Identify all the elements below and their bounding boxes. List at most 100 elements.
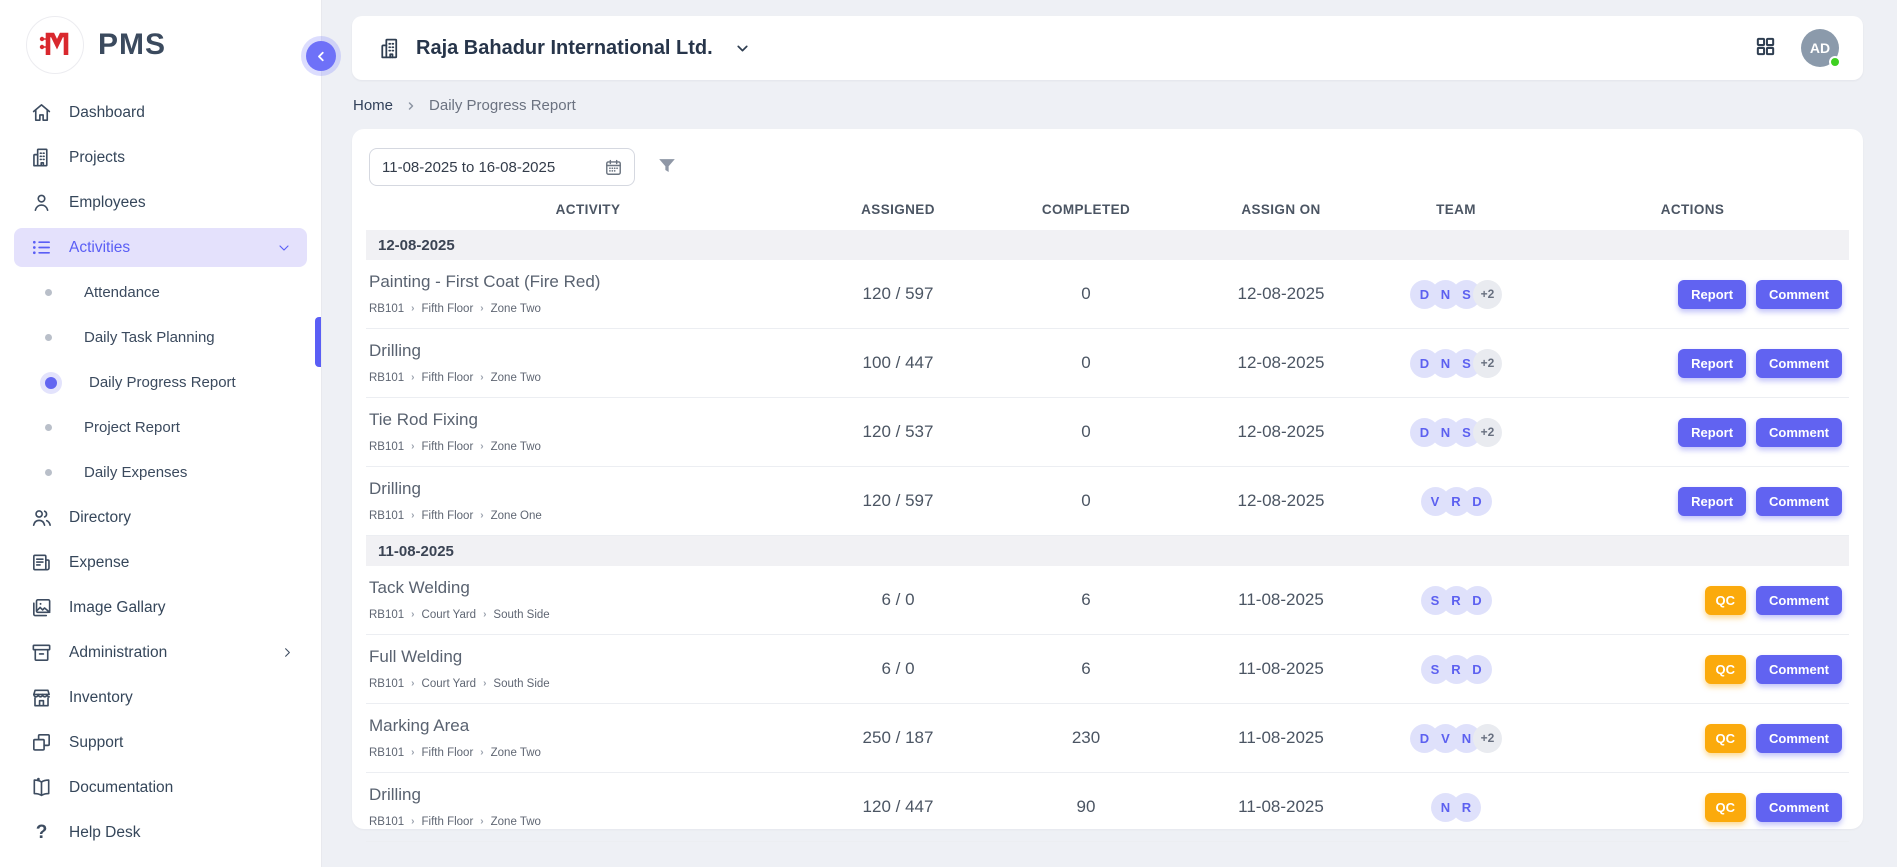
report-button[interactable]: Report bbox=[1678, 418, 1746, 447]
comment-button[interactable]: Comment bbox=[1756, 586, 1842, 615]
person-icon bbox=[30, 191, 53, 214]
path-segment: RB101 bbox=[369, 372, 404, 384]
qc-button[interactable]: QC bbox=[1705, 724, 1747, 753]
sidebar-item-help-desk[interactable]: ?Help Desk bbox=[0, 810, 321, 855]
comment-button[interactable]: Comment bbox=[1756, 418, 1842, 447]
sidebar-item-directory[interactable]: Directory bbox=[0, 495, 321, 540]
sidebar-item-expense[interactable]: Expense bbox=[0, 540, 321, 585]
sidebar-subitem-project-report[interactable]: Project Report bbox=[0, 405, 321, 450]
path-segment: Zone Two bbox=[491, 816, 541, 828]
activity-name: Drilling bbox=[369, 341, 810, 361]
row-actions: QC Comment bbox=[1536, 586, 1849, 615]
activity-name: Full Welding bbox=[369, 647, 810, 667]
question-icon: ? bbox=[30, 821, 53, 844]
sidebar-item-documentation[interactable]: Documentation bbox=[0, 765, 321, 810]
report-button[interactable]: Report bbox=[1678, 487, 1746, 516]
activity-location-path: RB101›Fifth Floor›Zone One bbox=[369, 510, 810, 522]
sidebar-subitem-attendance[interactable]: Attendance bbox=[0, 270, 321, 315]
assigned-value: 120 / 597 bbox=[810, 491, 986, 511]
sidebar-subitem-daily-expenses[interactable]: Daily Expenses bbox=[0, 450, 321, 495]
calendar-icon[interactable] bbox=[604, 158, 623, 177]
grid-icon bbox=[1754, 35, 1777, 58]
path-segment: Fifth Floor bbox=[422, 372, 474, 384]
qc-button[interactable]: QC bbox=[1705, 586, 1747, 615]
path-segment: Fifth Floor bbox=[422, 303, 474, 315]
date-range-input[interactable] bbox=[382, 159, 604, 176]
company-name: Raja Bahadur International Ltd. bbox=[416, 37, 713, 60]
report-button[interactable]: Report bbox=[1678, 349, 1746, 378]
activity-location-path: RB101›Fifth Floor›Zone Two bbox=[369, 441, 810, 453]
comment-button[interactable]: Comment bbox=[1756, 724, 1842, 753]
sidebar-item-administration[interactable]: Administration bbox=[0, 630, 321, 675]
activity-location-path: RB101›Fifth Floor›Zone Two bbox=[369, 816, 810, 828]
comment-button[interactable]: Comment bbox=[1756, 487, 1842, 516]
table-row: Drilling RB101›Fifth Floor›Zone Two 120 … bbox=[366, 773, 1849, 842]
path-chevron-icon: › bbox=[480, 747, 483, 758]
sidebar-subitem-label: Project Report bbox=[84, 419, 180, 436]
breadcrumb-current: Daily Progress Report bbox=[429, 97, 576, 114]
completed-value: 0 bbox=[986, 284, 1186, 304]
sidebar-item-dashboard[interactable]: Dashboard bbox=[0, 90, 321, 135]
chevron-down-icon bbox=[272, 236, 295, 259]
path-chevron-icon: › bbox=[411, 372, 414, 383]
sidebar-item-label: Directory bbox=[69, 509, 299, 527]
path-chevron-icon: › bbox=[411, 441, 414, 452]
sidebar-item-activities[interactable]: Activities bbox=[14, 228, 307, 267]
path-chevron-icon: › bbox=[483, 678, 486, 689]
comment-button[interactable]: Comment bbox=[1756, 349, 1842, 378]
path-segment: Court Yard bbox=[422, 678, 477, 690]
company-selector[interactable]: Raja Bahadur International Ltd. bbox=[378, 36, 755, 61]
team-avatar-more: +2 bbox=[1473, 349, 1502, 378]
row-actions: QC Comment bbox=[1536, 793, 1849, 822]
assigned-value: 250 / 187 bbox=[810, 728, 986, 748]
assign-on-value: 11-08-2025 bbox=[1186, 590, 1376, 610]
sidebar-collapse-button[interactable] bbox=[306, 41, 336, 71]
sidebar-item-inventory[interactable]: Inventory bbox=[0, 675, 321, 720]
apps-grid-button[interactable] bbox=[1754, 35, 1777, 61]
team-avatars: DVN+2 bbox=[1376, 724, 1536, 753]
activity-name: Tie Rod Fixing bbox=[369, 410, 810, 430]
assign-on-value: 12-08-2025 bbox=[1186, 491, 1376, 511]
sidebar-subitem-daily-progress-report[interactable]: Daily Progress Report bbox=[0, 360, 321, 405]
app-logo: PMS bbox=[0, 0, 321, 84]
comment-button[interactable]: Comment bbox=[1756, 793, 1842, 822]
column-header-team: TEAM bbox=[1376, 202, 1536, 217]
column-header-activity: ACTIVITY bbox=[366, 202, 810, 217]
qc-button[interactable]: QC bbox=[1705, 793, 1747, 822]
sidebar-subitem-label: Daily Task Planning bbox=[84, 329, 215, 346]
sidebar-item-projects[interactable]: Projects bbox=[0, 135, 321, 180]
completed-value: 6 bbox=[986, 590, 1186, 610]
store-icon bbox=[30, 686, 53, 709]
row-actions: Report Comment bbox=[1536, 487, 1849, 516]
sidebar-item-support[interactable]: Support bbox=[0, 720, 321, 765]
path-segment: Zone Two bbox=[491, 372, 541, 384]
team-avatar: D bbox=[1463, 487, 1492, 516]
app-title: PMS bbox=[98, 28, 166, 62]
bullet-dot-icon bbox=[45, 424, 52, 431]
completed-value: 0 bbox=[986, 353, 1186, 373]
qc-button[interactable]: QC bbox=[1705, 655, 1747, 684]
activity-name: Tack Welding bbox=[369, 578, 810, 598]
assigned-value: 120 / 447 bbox=[810, 797, 986, 817]
team-avatars: SRD bbox=[1376, 655, 1536, 684]
path-segment: Zone Two bbox=[491, 747, 541, 759]
user-avatar[interactable]: AD bbox=[1801, 29, 1839, 67]
online-status-dot bbox=[1829, 56, 1841, 68]
comment-button[interactable]: Comment bbox=[1756, 655, 1842, 684]
report-button[interactable]: Report bbox=[1678, 280, 1746, 309]
comment-button[interactable]: Comment bbox=[1756, 280, 1842, 309]
sidebar-item-image-gallary[interactable]: Image Gallary bbox=[0, 585, 321, 630]
activity-location-path: RB101›Fifth Floor›Zone Two bbox=[369, 747, 810, 759]
assign-on-value: 12-08-2025 bbox=[1186, 284, 1376, 304]
sidebar-item-label: Activities bbox=[69, 239, 256, 257]
completed-value: 230 bbox=[986, 728, 1186, 748]
sidebar-item-employees[interactable]: Employees bbox=[0, 180, 321, 225]
assigned-value: 120 / 537 bbox=[810, 422, 986, 442]
activity-location-path: RB101›Fifth Floor›Zone Two bbox=[369, 303, 810, 315]
completed-value: 90 bbox=[986, 797, 1186, 817]
sidebar-subitem-daily-task-planning[interactable]: Daily Task Planning bbox=[0, 315, 321, 360]
chevron-left-icon bbox=[314, 49, 329, 64]
filter-button[interactable] bbox=[656, 155, 678, 180]
breadcrumb-home[interactable]: Home bbox=[353, 97, 393, 114]
table-row: Drilling RB101›Fifth Floor›Zone Two 100 … bbox=[366, 329, 1849, 398]
